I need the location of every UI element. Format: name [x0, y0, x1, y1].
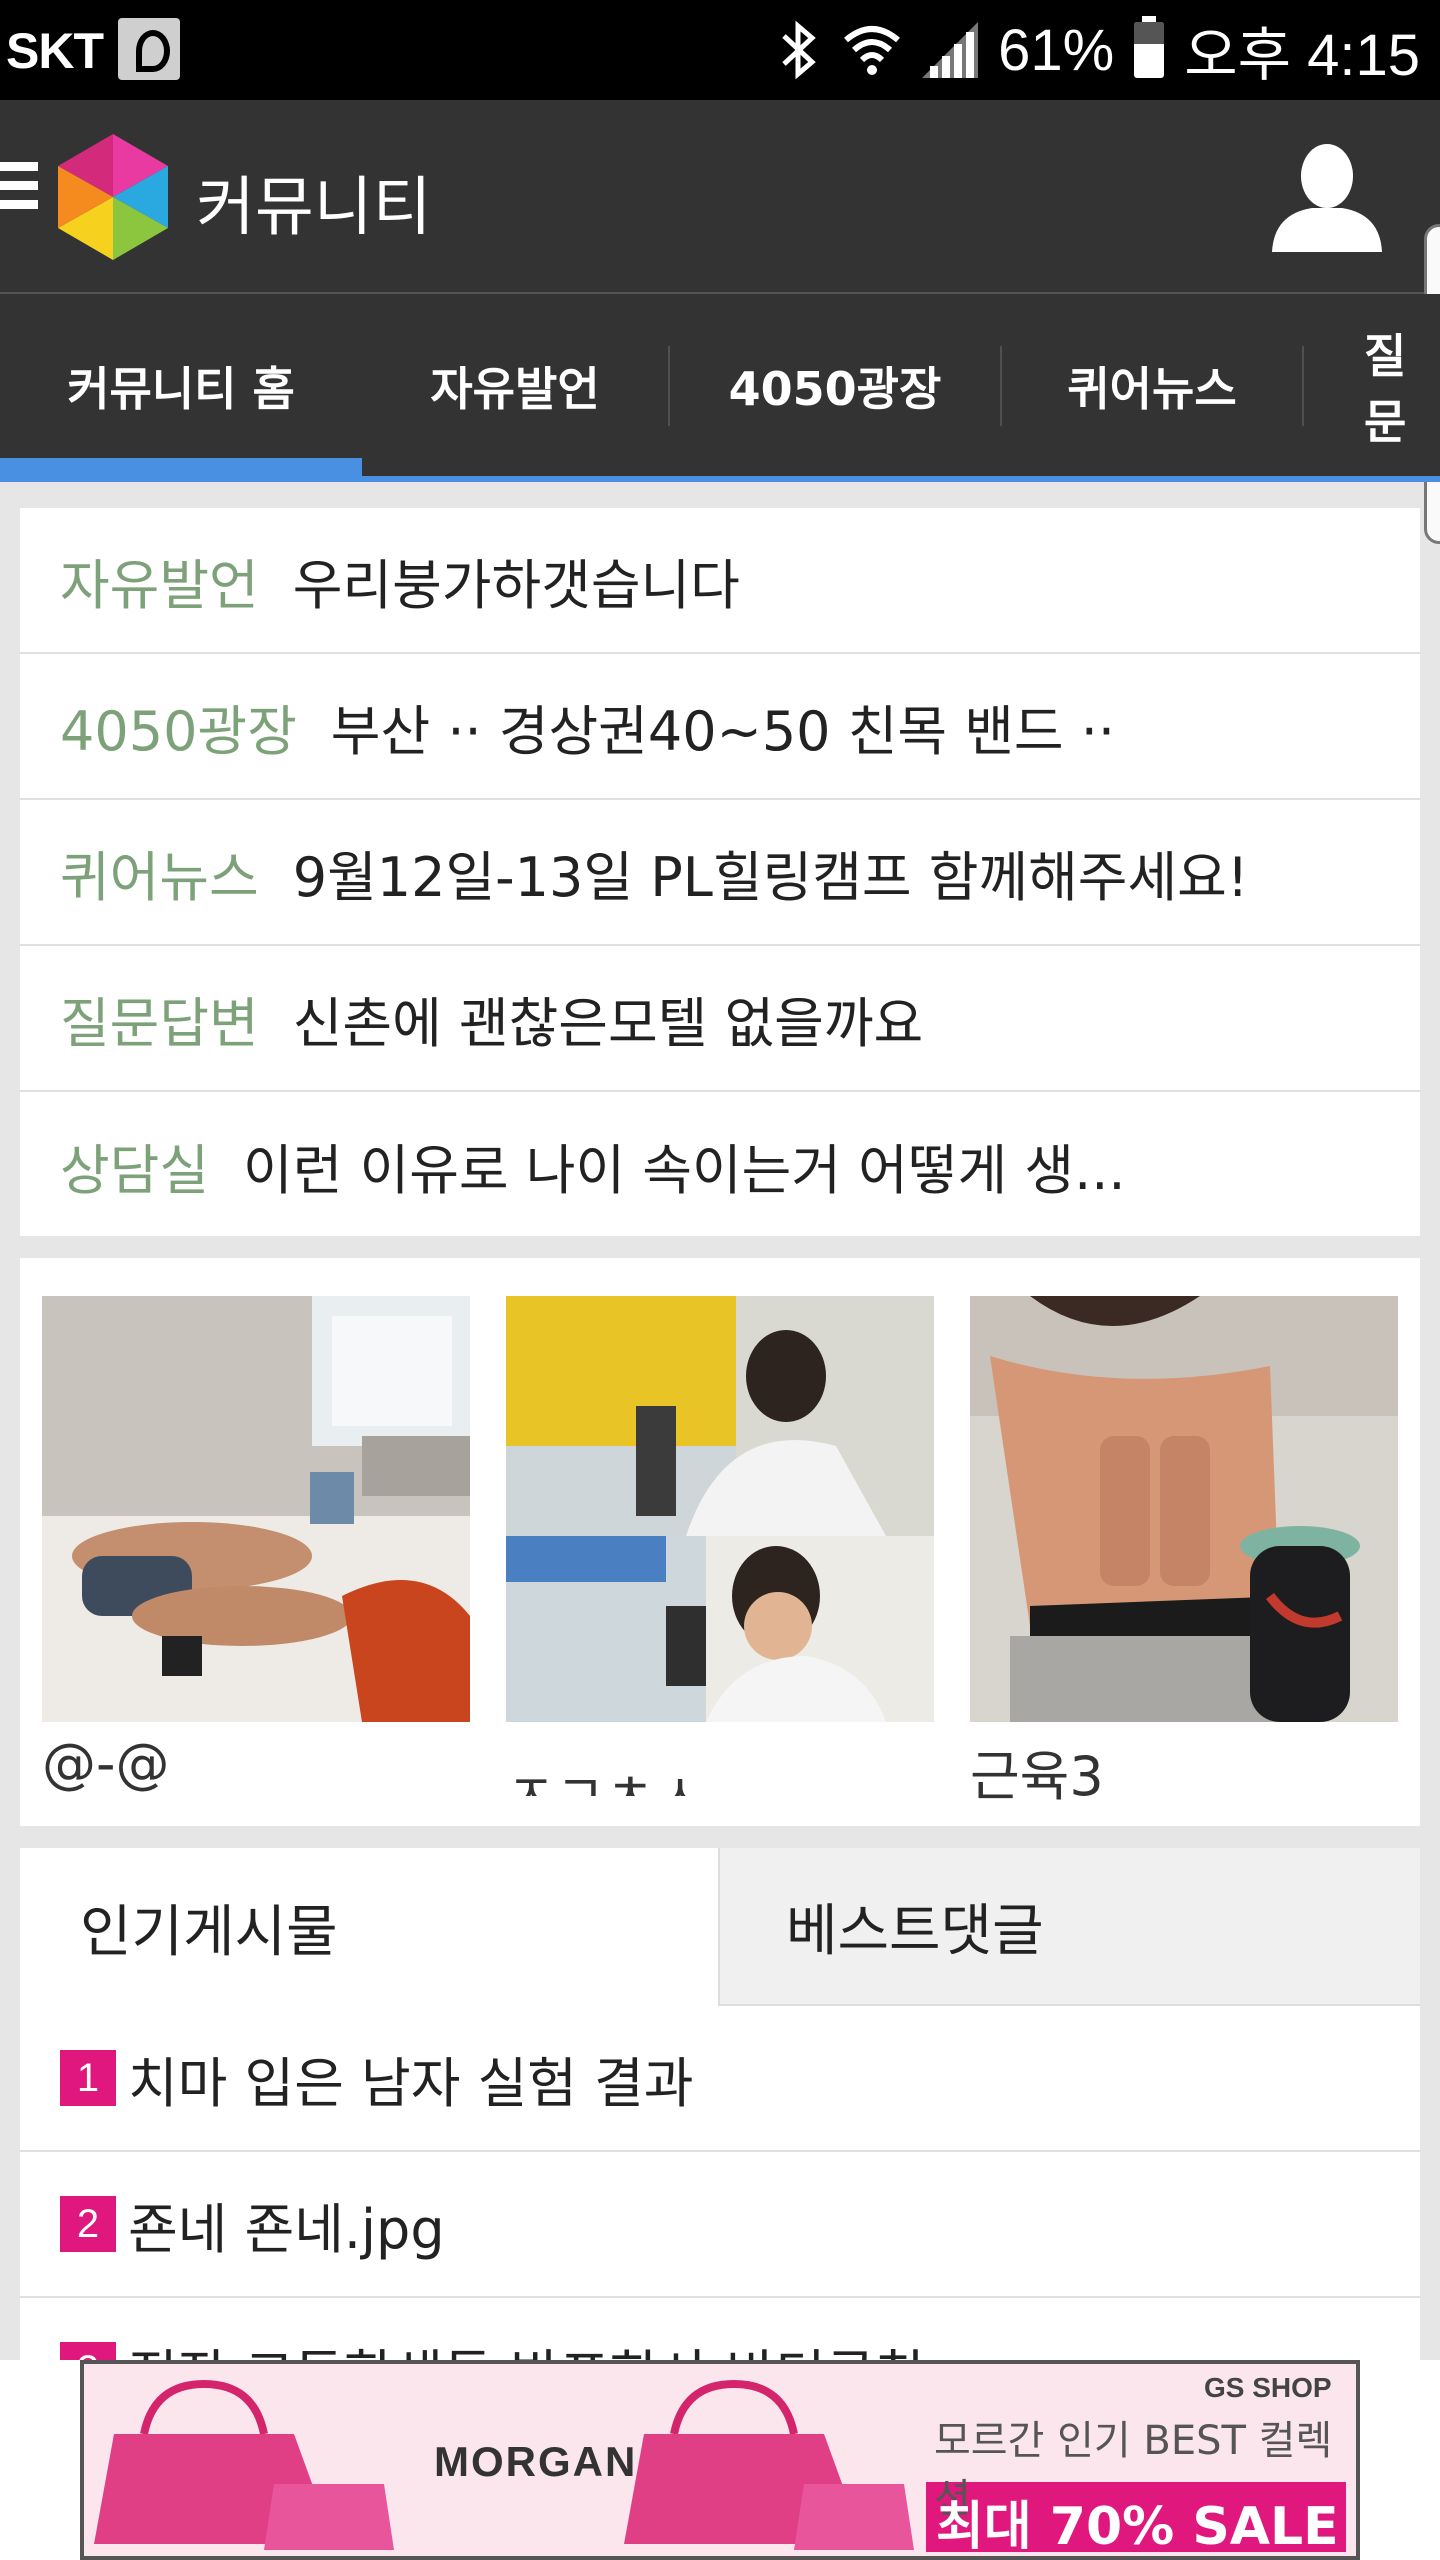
app-header: 커뮤니티 [0, 100, 1440, 295]
category-tabs: 커뮤니티 홈 자유발언 4050광장 퀴어뉴스 질문 [0, 294, 1440, 478]
menu-icon[interactable] [0, 162, 38, 218]
battery-icon [1134, 16, 1165, 78]
clock: 오후 4:15 [1184, 23, 1420, 88]
photo-post-caption: ㅈㄱㅊㅅ [506, 1763, 705, 1796]
post-title: 치마 입은 남자 실험 결과 [128, 2051, 694, 2115]
post-category: 상담실 [60, 1138, 210, 1202]
rank-badge: 2 [60, 2196, 116, 2252]
ad-brand: MORGAN [434, 2438, 638, 2485]
post-title: 신촌에 괜찮은모텔 없을까요 [292, 991, 924, 1055]
post-category: 질문답변 [60, 991, 259, 1055]
tab-label: 자유발언 [430, 362, 600, 416]
photo-post-thumbnail[interactable] [42, 1296, 470, 1722]
list-item[interactable]: 1 치마 입은 남자 실험 결과 [20, 2006, 1420, 2152]
photo-post-thumbnail[interactable] [970, 1296, 1398, 1722]
tab-popular-posts[interactable]: 인기게시물 [20, 1848, 718, 2006]
tab-queer-news[interactable]: 퀴어뉴스 [1002, 294, 1302, 478]
battery-percent: 61% [998, 17, 1115, 83]
photo-post-thumbnail[interactable] [506, 1296, 934, 1722]
wifi-icon [842, 20, 902, 80]
list-item[interactable]: 4050광장 부산 ·· 경상권40~50 친목 밴드 ·· [20, 654, 1420, 800]
tab-community-home[interactable]: 커뮤니티 홈 [0, 294, 362, 478]
post-title: 부산 ·· 경상권40~50 친목 밴드 ·· [330, 699, 1116, 763]
tab-label: 인기게시물 [80, 1899, 338, 1965]
post-title: 죤네 죤네.jpg [128, 2197, 445, 2261]
status-bar: SKT 61% 오후 4:15 [0, 0, 1440, 100]
rank-badge: 1 [60, 2050, 116, 2106]
photo-post-caption: 근육3 [970, 1745, 1104, 1808]
tabs-underline [0, 476, 1440, 482]
list-item[interactable]: 2 죤네 죤네.jpg [20, 2152, 1420, 2298]
tab-label: 퀴어뉴스 [1067, 362, 1237, 416]
tab-best-comments[interactable]: 베스트댓글 [718, 1848, 1420, 2006]
app-logo [58, 134, 168, 260]
photo-post-caption: @-@ [42, 1732, 170, 1795]
page-title: 커뮤니티 [196, 171, 432, 245]
post-title: 9월12일-13일 PL힐링캠프 함께해주세요! [292, 845, 1249, 909]
carrier-app-icon [118, 18, 180, 80]
list-item[interactable]: 퀴어뉴스 9월12일-13일 PL힐링캠프 함께해주세요! [20, 800, 1420, 946]
post-category: 4050광장 [60, 699, 297, 763]
popular-tabs: 인기게시물 베스트댓글 [20, 1848, 1420, 2006]
tab-qna[interactable]: 질문 [1304, 294, 1440, 478]
post-title: 우리붕가하갯습니다 [292, 553, 740, 617]
post-category: 퀴어뉴스 [60, 845, 259, 909]
tab-label: 4050광장 [728, 362, 942, 416]
list-item[interactable]: 상담실 이런 이유로 나이 속이는거 어떻게 생... [20, 1092, 1420, 1238]
ad-sale-text: 최대 70% SALE [936, 2497, 1339, 2557]
carrier-label: SKT [6, 23, 104, 79]
bluetooth-icon [778, 20, 822, 80]
tab-label: 베스트댓글 [786, 1898, 1044, 1964]
list-item[interactable]: 자유발언 우리붕가하갯습니다 [20, 508, 1420, 654]
tab-4050-plaza[interactable]: 4050광장 [670, 294, 1000, 478]
user-profile-icon[interactable] [1268, 140, 1386, 252]
post-category: 자유발언 [60, 553, 259, 617]
ad-shop-logo: GS SHOP [1204, 2372, 1332, 2403]
tab-label: 커뮤니티 홈 [67, 362, 295, 416]
signal-icon [922, 22, 979, 78]
post-title: 이런 이유로 나이 속이는거 어떻게 생... [243, 1138, 1126, 1202]
ad-banner[interactable]: MORGAN GS SHOP 모르간 인기 BEST 컬렉션 최대 70% SA… [80, 2360, 1360, 2560]
ad-banner-area: MORGAN GS SHOP 모르간 인기 BEST 컬렉션 최대 70% SA… [0, 2360, 1440, 2560]
list-item[interactable]: 질문답변 신촌에 괜찮은모텔 없을까요 [20, 946, 1420, 1092]
tab-label: 질문 [1364, 329, 1407, 449]
latest-posts-list: 자유발언 우리붕가하갯습니다 4050광장 부산 ·· 경상권40~50 친목 밴드… [20, 508, 1420, 1236]
tab-free-talk[interactable]: 자유발언 [362, 294, 668, 478]
photo-posts [20, 1258, 1420, 1826]
status-indicators: 61% 오후 4:15 [778, 12, 1420, 88]
